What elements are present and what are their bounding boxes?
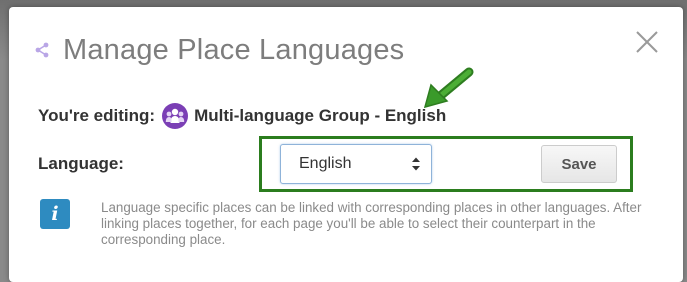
language-select[interactable]: English [280,144,432,184]
info-text: Language specific places can be linked w… [101,200,642,247]
group-people-icon [162,103,189,129]
select-updown-arrow-icon [412,157,420,171]
language-label: Language: [38,154,124,173]
manage-place-languages-dialog: Manage Place Languages You're editing: M… [9,7,683,282]
dialog-title: Manage Place Languages [63,34,405,66]
language-select-value: English [299,155,352,172]
editing-row: You're editing: Multi-language Group - E… [38,103,447,129]
group-name: Multi-language Group - English [194,106,447,125]
green-arrow-annotation-icon [423,67,474,109]
close-button[interactable] [631,26,663,58]
editing-label: You're editing: [38,106,156,125]
save-button[interactable]: Save [541,145,617,183]
share-icon [35,42,49,58]
info-icon: i [40,199,70,229]
close-icon [636,31,658,53]
